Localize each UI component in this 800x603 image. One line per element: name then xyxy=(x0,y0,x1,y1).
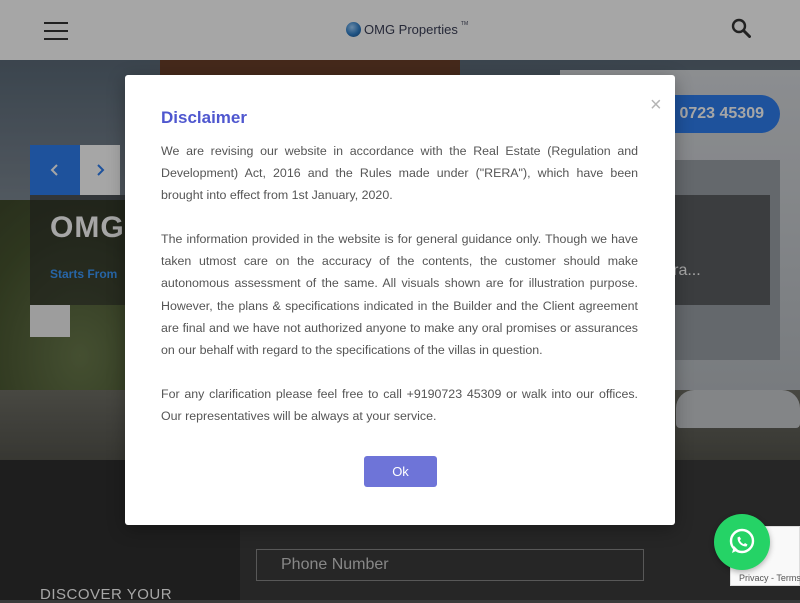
modal-body: We are revising our website in accordanc… xyxy=(161,140,638,449)
close-icon[interactable]: × xyxy=(650,95,662,115)
disclaimer-paragraph: The information provided in the website … xyxy=(161,232,638,357)
disclaimer-modal: × Disclaimer We are revising our website… xyxy=(125,75,675,525)
recaptcha-links[interactable]: Privacy - Terms xyxy=(739,573,800,583)
whatsapp-button[interactable] xyxy=(714,514,770,570)
disclaimer-paragraph: We are revising our website in accordanc… xyxy=(161,144,638,203)
whatsapp-icon xyxy=(729,528,755,554)
ok-button[interactable]: Ok xyxy=(364,456,437,487)
disclaimer-paragraph: For any clarification please feel free t… xyxy=(161,386,638,423)
modal-title: Disclaimer xyxy=(161,108,247,127)
